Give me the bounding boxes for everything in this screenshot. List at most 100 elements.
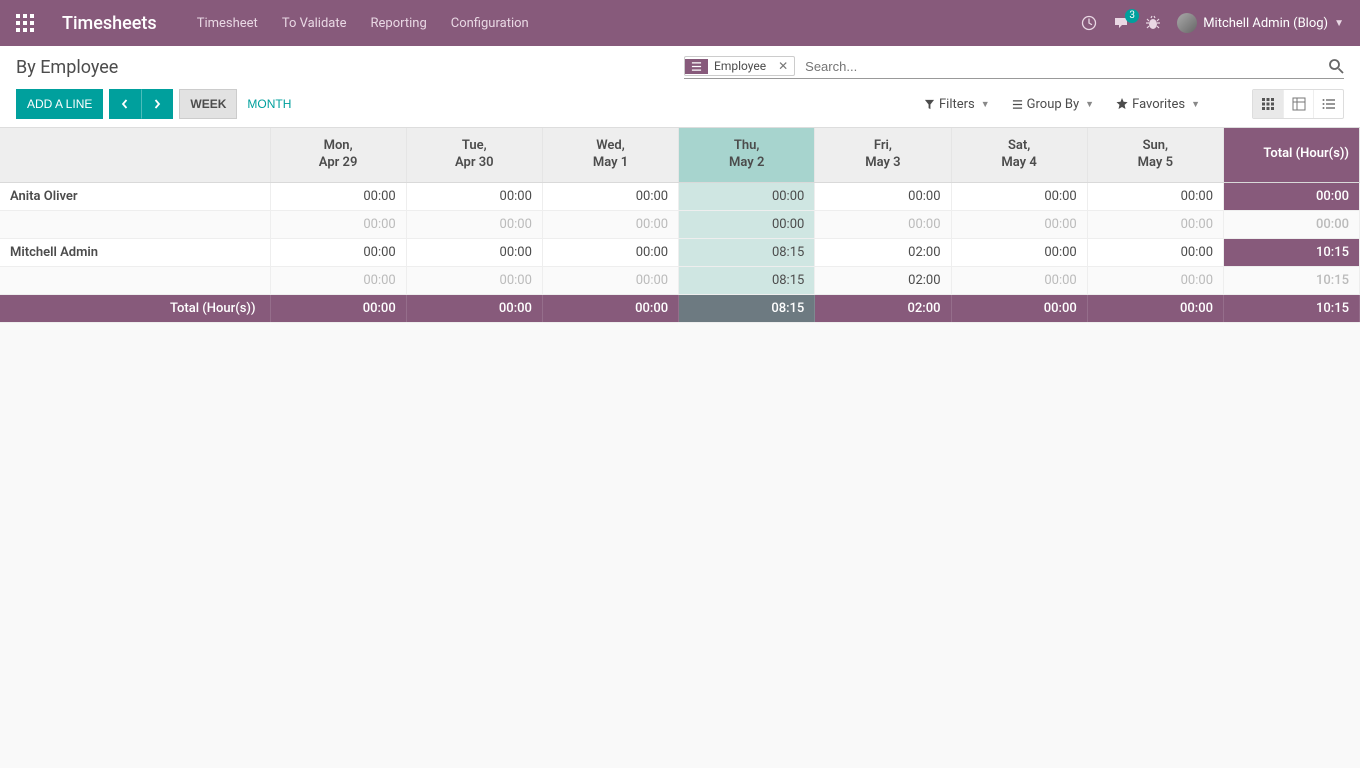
sub-cell[interactable]: 00:00 (270, 266, 406, 294)
next-button[interactable] (141, 89, 173, 119)
timesheet-grid: Mon,Apr 29Tue,Apr 30Wed,May 1Thu,May 2Fr… (0, 128, 1360, 323)
table-row[interactable]: Mitchell Admin00:0000:0000:0008:1502:000… (0, 238, 1360, 266)
table-subrow: 00:0000:0000:0008:1502:0000:0000:0010:15 (0, 266, 1360, 294)
filters-label: Filters (939, 97, 975, 112)
cell[interactable]: 00:00 (815, 182, 951, 210)
sub-cell[interactable]: 00:00 (406, 210, 542, 238)
groupby-label: Group By (1027, 97, 1080, 112)
footer-cell: 00:00 (951, 294, 1087, 322)
facet-remove[interactable]: ✕ (772, 59, 794, 73)
sub-cell[interactable]: 00:00 (542, 210, 678, 238)
footer-cell: 00:00 (542, 294, 678, 322)
prev-button[interactable] (109, 89, 141, 119)
sub-cell[interactable]: 00:00 (951, 210, 1087, 238)
footer-label: Total (Hour(s)) (0, 294, 270, 322)
sub-cell[interactable]: 00:00 (542, 266, 678, 294)
cell[interactable]: 00:00 (951, 238, 1087, 266)
empty (0, 210, 270, 238)
sub-cell[interactable]: 00:00 (815, 210, 951, 238)
filters-button[interactable]: Filters ▼ (924, 97, 990, 112)
subrow-total: 10:15 (1224, 266, 1360, 294)
table-row[interactable]: Anita Oliver00:0000:0000:0000:0000:0000:… (0, 182, 1360, 210)
page-title: By Employee (16, 57, 118, 78)
row-total: 10:15 (1224, 238, 1360, 266)
cell[interactable]: 00:00 (542, 182, 678, 210)
view-switcher (1252, 89, 1344, 119)
view-grid[interactable] (1253, 90, 1283, 118)
messages-badge: 3 (1125, 9, 1139, 23)
search-icon[interactable] (1328, 58, 1344, 74)
footer-total: 10:15 (1224, 294, 1360, 322)
cell[interactable]: 00:00 (679, 182, 815, 210)
apps-icon[interactable] (16, 14, 34, 32)
row-total: 00:00 (1224, 182, 1360, 210)
control-panel: By Employee Employee ✕ Add a Line (0, 46, 1360, 128)
cell[interactable]: 00:00 (270, 182, 406, 210)
user-name: Mitchell Admin (Blog) (1203, 16, 1328, 31)
cell[interactable]: 00:00 (406, 238, 542, 266)
col-day-3: Thu,May 2 (679, 128, 815, 182)
cell[interactable]: 00:00 (270, 238, 406, 266)
favorites-label: Favorites (1132, 97, 1185, 112)
col-total: Total (Hour(s)) (1224, 128, 1360, 182)
cell[interactable]: 00:00 (1087, 238, 1223, 266)
nav-to-validate[interactable]: To Validate (282, 16, 347, 31)
view-list[interactable] (1313, 90, 1343, 118)
sub-cell[interactable]: 00:00 (1087, 266, 1223, 294)
search-bar: Employee ✕ (684, 56, 1344, 79)
cell[interactable]: 00:00 (542, 238, 678, 266)
cell[interactable]: 08:15 (679, 238, 815, 266)
employee-name[interactable]: Anita Oliver (0, 182, 270, 210)
nav-timesheet[interactable]: Timesheet (197, 16, 258, 31)
sub-cell[interactable]: 00:00 (270, 210, 406, 238)
brand[interactable]: Timesheets (62, 13, 157, 34)
nav-configuration[interactable]: Configuration (451, 16, 529, 31)
footer-cell: 00:00 (1087, 294, 1223, 322)
group-icon (685, 59, 708, 74)
cell[interactable]: 00:00 (1087, 182, 1223, 210)
cell[interactable]: 00:00 (951, 182, 1087, 210)
week-button[interactable]: WEEK (179, 89, 237, 119)
col-day-2: Wed,May 1 (542, 128, 678, 182)
nav-reporting[interactable]: Reporting (371, 16, 427, 31)
main-nav: Timesheet To Validate Reporting Configur… (197, 16, 529, 31)
col-day-1: Tue,Apr 30 (406, 128, 542, 182)
facet-label: Employee (708, 57, 772, 75)
footer-cell: 08:15 (679, 294, 815, 322)
footer-cell: 02:00 (815, 294, 951, 322)
col-day-0: Mon,Apr 29 (270, 128, 406, 182)
user-menu[interactable]: Mitchell Admin (Blog) ▼ (1177, 13, 1344, 33)
topbar-right: 3 Mitchell Admin (Blog) ▼ (1081, 13, 1344, 33)
subrow-total: 00:00 (1224, 210, 1360, 238)
sub-cell[interactable]: 00:00 (951, 266, 1087, 294)
cell[interactable]: 00:00 (406, 182, 542, 210)
search-input[interactable] (801, 57, 1322, 76)
col-day-5: Sat,May 4 (951, 128, 1087, 182)
messages-icon[interactable]: 3 (1113, 15, 1129, 31)
activity-icon[interactable] (1081, 15, 1097, 31)
footer-cell: 00:00 (406, 294, 542, 322)
view-pivot[interactable] (1283, 90, 1313, 118)
caret-down-icon: ▼ (1334, 18, 1344, 29)
avatar (1177, 13, 1197, 33)
sub-cell[interactable]: 08:15 (679, 266, 815, 294)
cell[interactable]: 02:00 (815, 238, 951, 266)
col-day-4: Fri,May 3 (815, 128, 951, 182)
debug-icon[interactable] (1145, 15, 1161, 31)
groupby-button[interactable]: Group By ▼ (1012, 97, 1094, 112)
employee-name[interactable]: Mitchell Admin (0, 238, 270, 266)
topbar: Timesheets Timesheet To Validate Reporti… (0, 0, 1360, 46)
favorites-button[interactable]: Favorites ▼ (1116, 97, 1200, 112)
footer-cell: 00:00 (270, 294, 406, 322)
month-button[interactable]: MONTH (237, 89, 301, 119)
col-day-6: Sun,May 5 (1087, 128, 1223, 182)
sub-cell[interactable]: 00:00 (679, 210, 815, 238)
sub-cell[interactable]: 02:00 (815, 266, 951, 294)
table-subrow: 00:0000:0000:0000:0000:0000:0000:0000:00 (0, 210, 1360, 238)
sub-cell[interactable]: 00:00 (1087, 210, 1223, 238)
col-name (0, 128, 270, 182)
sub-cell[interactable]: 00:00 (406, 266, 542, 294)
add-line-button[interactable]: Add a Line (16, 89, 103, 119)
empty (0, 266, 270, 294)
search-facet: Employee ✕ (684, 56, 795, 76)
